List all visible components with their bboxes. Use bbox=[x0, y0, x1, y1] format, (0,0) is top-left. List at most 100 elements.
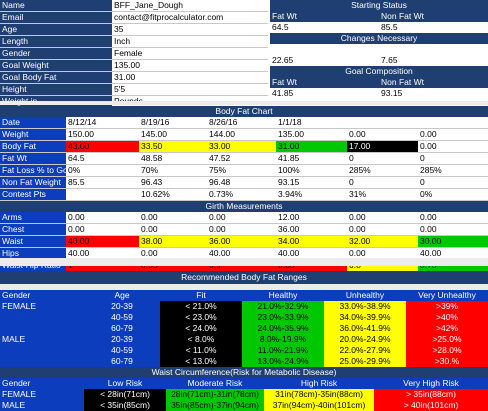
body-fat-cell[interactable]: 8/26/16 bbox=[207, 117, 276, 129]
girth-cell[interactable]: 34.00 bbox=[276, 235, 347, 248]
girth-cell[interactable]: 0.00 bbox=[139, 212, 207, 224]
waist-header: Very High Risk bbox=[403, 378, 459, 388]
body-fat-row-label: Fat Wt bbox=[0, 152, 66, 165]
body-fat-cell[interactable]: 47.52 bbox=[207, 152, 276, 165]
profile-value[interactable]: Female bbox=[112, 47, 268, 60]
body-fat-row: Date 8/12/14 8/19/16 8/26/16 1/1/18 bbox=[0, 117, 488, 129]
girth-cell[interactable]: 36.00 bbox=[207, 235, 276, 248]
body-fat-cell[interactable]: 0% bbox=[418, 188, 488, 201]
body-fat-cell[interactable]: 150.00 bbox=[66, 128, 139, 141]
body-fat-cell[interactable]: 0.73% bbox=[207, 188, 276, 201]
body-fat-cell[interactable]: 48.58 bbox=[139, 152, 207, 165]
goal-nonfat-value[interactable]: 93.15 bbox=[379, 88, 488, 99]
body-fat-cell[interactable]: 8/19/16 bbox=[139, 117, 207, 129]
changes-nonfat-value[interactable]: 7.65 bbox=[379, 55, 488, 66]
body-fat-cell[interactable]: 145.00 bbox=[139, 128, 207, 141]
profile-label: Age bbox=[0, 23, 112, 36]
profile-value[interactable]: 135.00 bbox=[112, 59, 268, 72]
ranges-healthy: 24.0%-35.9% bbox=[242, 323, 324, 334]
ranges-very-unhealthy: >40% bbox=[406, 312, 488, 323]
body-fat-cell[interactable]: 144.00 bbox=[207, 128, 276, 141]
profile-label: Gender bbox=[0, 47, 112, 60]
body-fat-cell[interactable]: 96.43 bbox=[139, 176, 207, 189]
girth-cell[interactable]: 0.00 bbox=[347, 212, 418, 224]
girth-cell[interactable]: 0.00 bbox=[139, 223, 207, 236]
girth-cell[interactable]: 0.00 bbox=[418, 223, 488, 236]
body-fat-cell[interactable]: 0 bbox=[347, 176, 418, 189]
ranges-age: 60-79 bbox=[111, 356, 133, 366]
girth-cell[interactable]: 40.00 bbox=[66, 235, 139, 248]
waist-high: 31in(78cm)-35in(88cm) bbox=[264, 389, 374, 400]
body-fat-cell[interactable]: 0 bbox=[418, 152, 488, 165]
body-fat-row: Contest Pts 10.62% 0.73% 3.94% 31% 0% bbox=[0, 188, 488, 201]
body-fat-cell[interactable]: 96.48 bbox=[207, 176, 276, 189]
body-fat-cell[interactable]: 85.5 bbox=[66, 176, 139, 189]
body-fat-cell[interactable]: 93.15 bbox=[276, 176, 347, 189]
ranges-very-unhealthy: >39% bbox=[406, 301, 488, 312]
body-fat-cell[interactable]: 31% bbox=[347, 188, 418, 201]
body-fat-cell[interactable]: 1/1/18 bbox=[276, 117, 347, 129]
waist-gender: MALE bbox=[2, 400, 26, 410]
divider bbox=[0, 258, 488, 266]
girth-cell[interactable]: 32.00 bbox=[347, 235, 418, 248]
starting-fat-value[interactable]: 64.5 bbox=[270, 22, 379, 33]
body-fat-cell[interactable]: 135.00 bbox=[276, 128, 347, 141]
girth-cell[interactable]: 0.00 bbox=[418, 212, 488, 224]
body-fat-cell[interactable] bbox=[66, 188, 139, 201]
body-fat-cell[interactable]: 0.00 bbox=[347, 128, 418, 141]
body-fat-cell[interactable]: 8/12/14 bbox=[66, 117, 139, 129]
ranges-very-unhealthy: >42% bbox=[406, 323, 488, 334]
profile-value[interactable]: Inch bbox=[112, 35, 268, 48]
girth-cell[interactable]: 0.00 bbox=[66, 212, 139, 224]
ranges-fit: < 11.0% bbox=[160, 345, 242, 356]
body-fat-cell[interactable] bbox=[347, 117, 418, 129]
profile-value[interactable]: BFF_Jane_Dough bbox=[112, 0, 268, 12]
body-fat-cell[interactable]: 100% bbox=[276, 164, 347, 177]
starting-nonfat-value[interactable]: 85.5 bbox=[379, 22, 488, 33]
goal-fat-value[interactable]: 41.85 bbox=[270, 88, 379, 99]
body-fat-cell[interactable]: 0 bbox=[418, 176, 488, 189]
body-fat-cell[interactable]: 17.00 bbox=[347, 140, 418, 153]
body-fat-cell[interactable]: 0.00 bbox=[418, 128, 488, 141]
ranges-fit: < 23.0% bbox=[160, 312, 242, 323]
profile-value[interactable]: 5'5 bbox=[112, 83, 268, 96]
body-fat-cell[interactable]: 285% bbox=[418, 164, 488, 177]
girth-cell[interactable]: 12.00 bbox=[276, 212, 347, 224]
ranges-age: 20-39 bbox=[111, 301, 133, 311]
girth-cell[interactable]: 0.00 bbox=[66, 223, 139, 236]
ranges-header: Fit bbox=[196, 290, 206, 300]
profile-label: Goal Weight bbox=[0, 59, 112, 72]
girth-cell[interactable]: 38.00 bbox=[139, 235, 207, 248]
body-fat-cell[interactable]: 31.00 bbox=[276, 140, 347, 153]
ranges-header: Very Unhealthy bbox=[418, 290, 476, 300]
profile-value[interactable]: 31.00 bbox=[112, 71, 268, 84]
waist-header: Low Risk bbox=[107, 378, 143, 388]
girth-cell[interactable]: 0.00 bbox=[207, 212, 276, 224]
body-fat-cell[interactable]: 3.94% bbox=[276, 188, 347, 201]
body-fat-cell[interactable]: 285% bbox=[347, 164, 418, 177]
body-fat-cell[interactable]: 10.62% bbox=[139, 188, 207, 201]
girth-cell[interactable]: 30.00 bbox=[418, 235, 488, 248]
girth-cell[interactable]: 0.00 bbox=[347, 223, 418, 236]
profile-value[interactable]: contact@fitprocalculator.com bbox=[112, 11, 268, 24]
girth-cell[interactable]: 36.00 bbox=[276, 223, 347, 236]
body-fat-cell[interactable]: 41.85 bbox=[276, 152, 347, 165]
profile-value[interactable]: 35 bbox=[112, 23, 268, 36]
body-fat-cell[interactable]: 75% bbox=[207, 164, 276, 177]
body-fat-cell[interactable]: 70% bbox=[139, 164, 207, 177]
profile-label: Length bbox=[0, 35, 112, 48]
profile-row: Length Inch bbox=[0, 35, 268, 48]
girth-cell[interactable]: 0.00 bbox=[207, 223, 276, 236]
body-fat-cell[interactable]: 33.50 bbox=[139, 140, 207, 153]
body-fat-cell[interactable]: 43.00 bbox=[66, 140, 139, 153]
body-fat-cell[interactable]: 0 bbox=[347, 152, 418, 165]
body-fat-cell[interactable]: 33.00 bbox=[207, 140, 276, 153]
body-fat-cell[interactable]: 0% bbox=[66, 164, 139, 177]
body-fat-cell[interactable]: 0.00 bbox=[418, 140, 488, 153]
changes-fat-value[interactable]: 22.65 bbox=[270, 55, 379, 66]
ranges-unhealthy: 36.0%-41.9% bbox=[324, 323, 406, 334]
body-fat-cell[interactable] bbox=[418, 117, 488, 129]
body-fat-cell[interactable]: 64.5 bbox=[66, 152, 139, 165]
body-fat-row-label: Fat Loss % to Goal bbox=[0, 164, 66, 177]
ranges-gender bbox=[0, 312, 84, 323]
